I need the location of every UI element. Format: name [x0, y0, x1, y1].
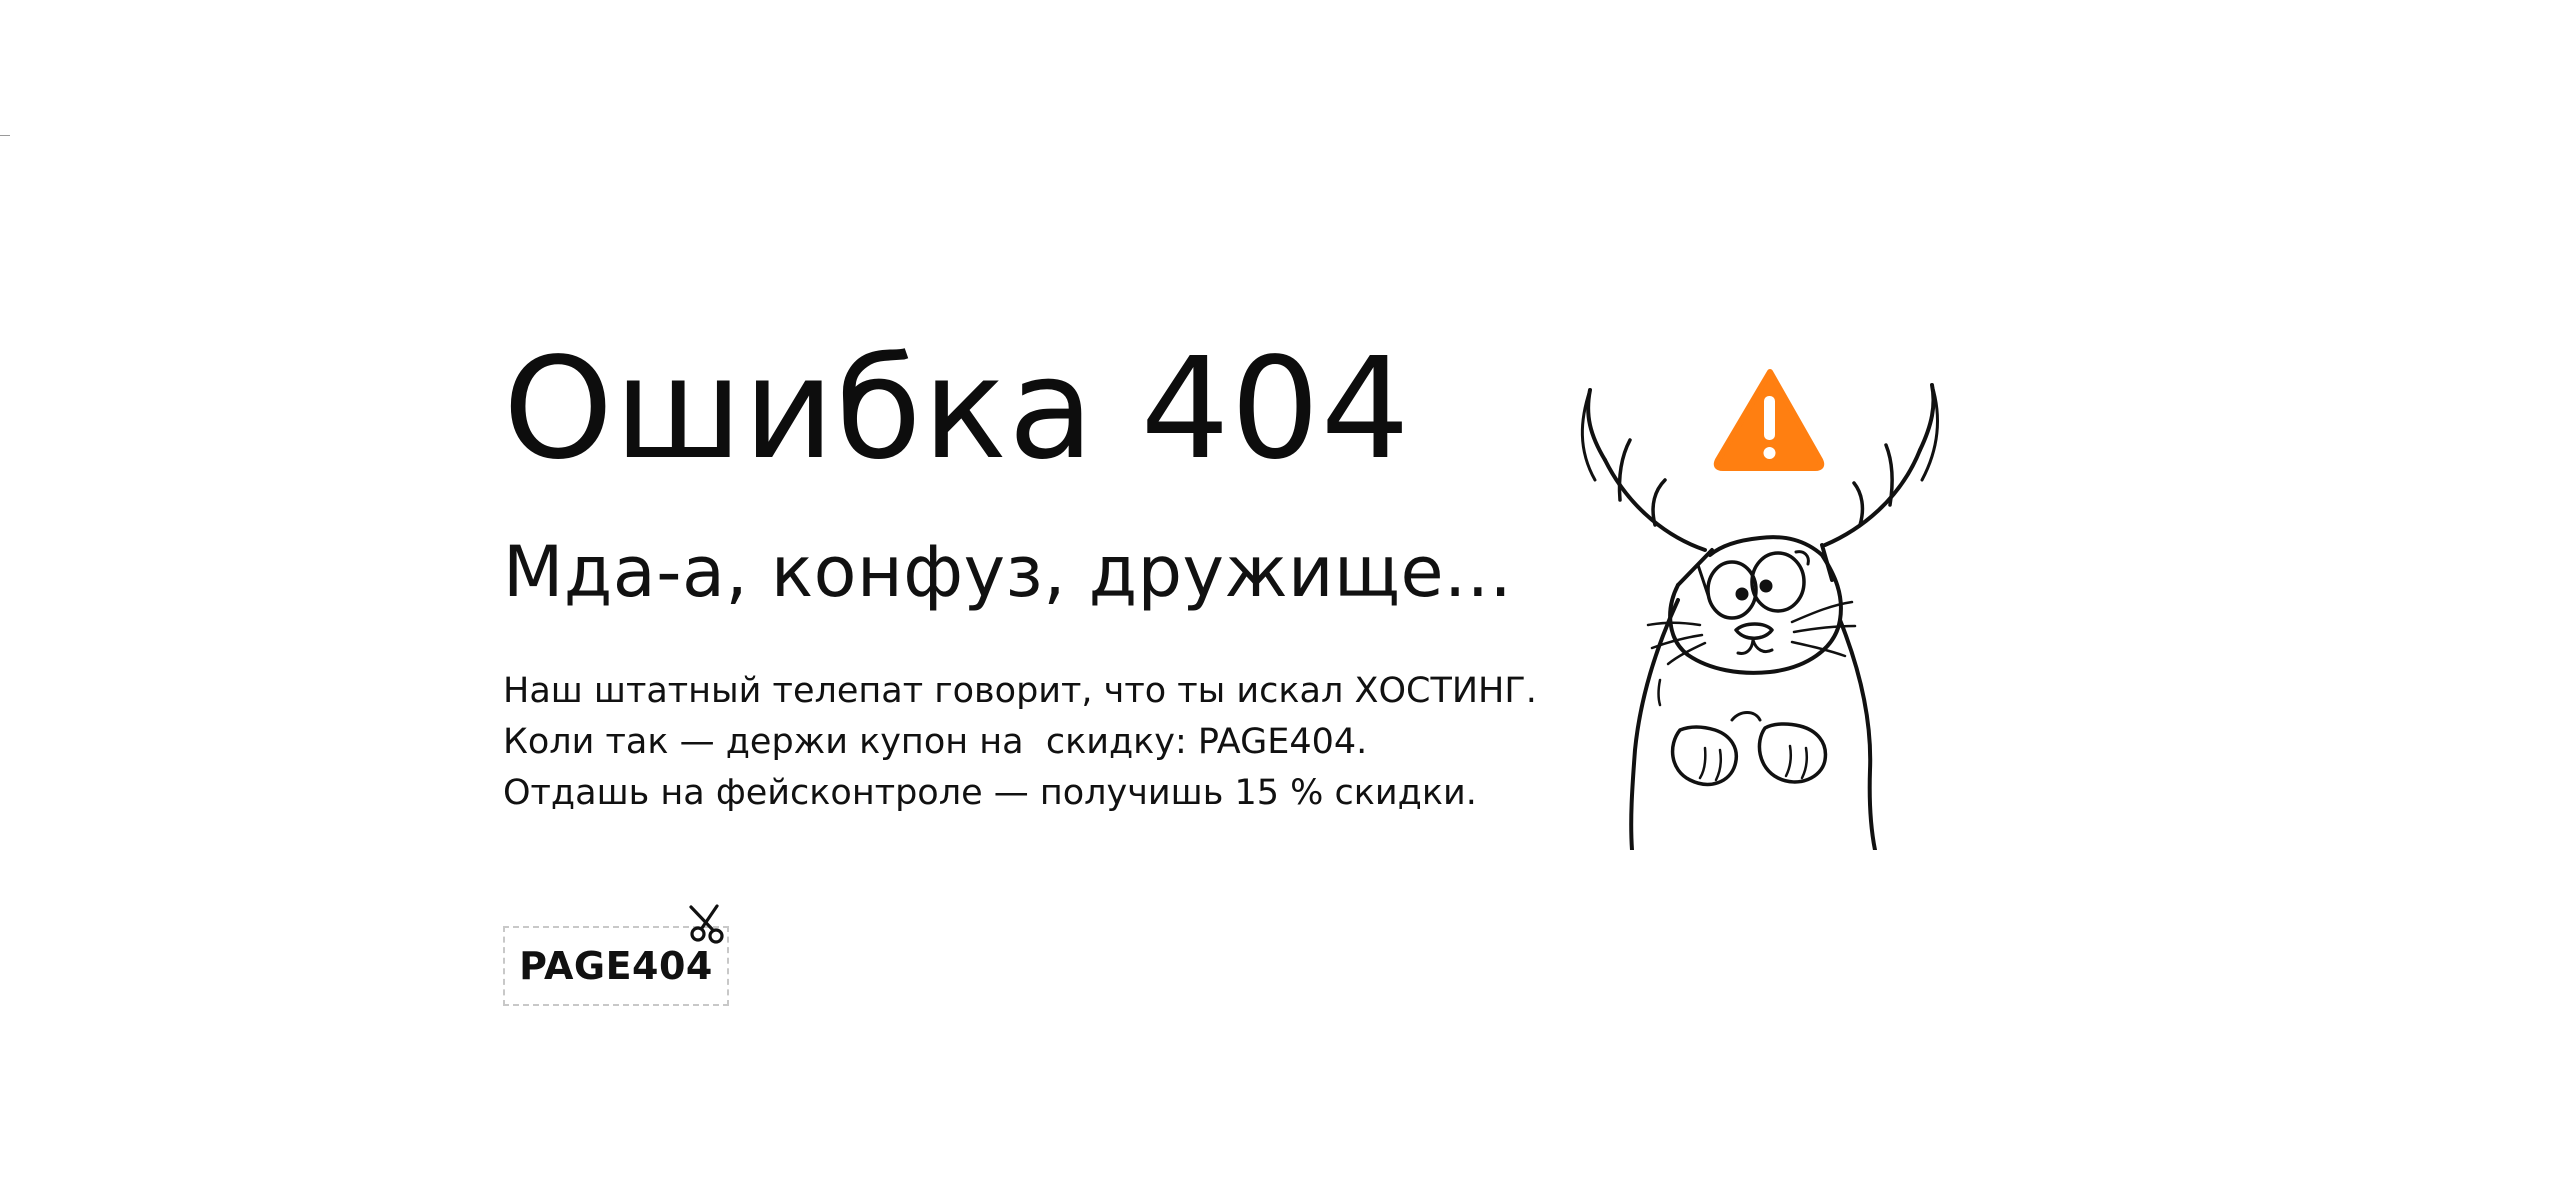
- error-content: Ошибка 404 Мда-а, конфуз, дружище... Наш…: [503, 330, 1603, 819]
- coupon-code[interactable]: PAGE404: [519, 944, 713, 988]
- description-line-1: Наш штатный телепат говорит, что ты иска…: [503, 671, 1537, 711]
- error-subtitle: Мда-а, конфуз, дружище...: [503, 531, 1513, 613]
- confused-deer-cat-illustration: [1580, 369, 1939, 850]
- error-title: Ошибка 404: [503, 328, 1411, 491]
- corner-divider: [0, 135, 10, 136]
- description-line-3: Отдашь на фейсконтроле — получишь 15 % с…: [503, 773, 1477, 813]
- scissors-icon[interactable]: [685, 903, 729, 947]
- warning-triangle-icon: [1713, 369, 1825, 471]
- description-line-2: Коли так — держи купон на скидку: PAGE40…: [503, 722, 1368, 762]
- error-page: Ошибка 404 Мда-а, конфуз, дружище... Наш…: [0, 0, 2560, 1200]
- error-description: Наш штатный телепат говорит, что ты иска…: [503, 666, 1603, 819]
